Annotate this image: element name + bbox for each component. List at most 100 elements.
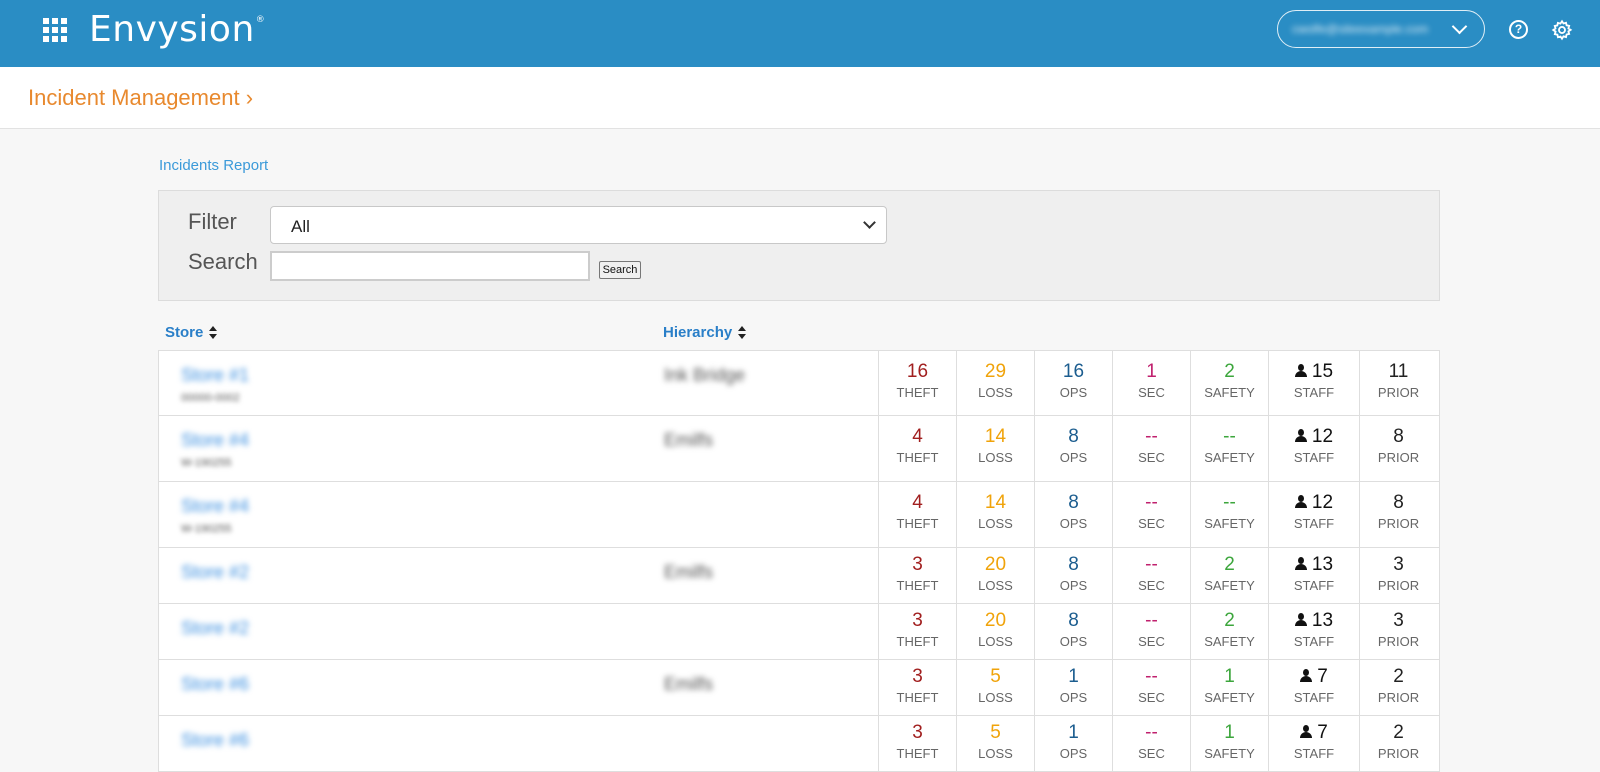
incidents-report-link[interactable]: Incidents Report [159, 157, 268, 174]
metric-loss[interactable]: 20 LOSS [956, 548, 1034, 603]
metric-prior[interactable]: 2 PRIOR [1359, 716, 1437, 771]
metric-sec[interactable]: -- SEC [1112, 482, 1190, 547]
store-link[interactable]: Store #4 [181, 496, 249, 517]
metric-prior[interactable]: 2 PRIOR [1359, 660, 1437, 715]
metric-theft-value: 4 [912, 426, 923, 447]
metric-prior-label: PRIOR [1377, 634, 1420, 649]
metric-loss[interactable]: 5 LOSS [956, 716, 1034, 771]
metric-ops[interactable]: 8 OPS [1034, 548, 1112, 603]
metric-safety[interactable]: -- SAFETY [1190, 416, 1268, 481]
metric-prior-value: 8 [1393, 426, 1404, 447]
staff-count: 7 [1317, 666, 1328, 687]
metric-ops[interactable]: 8 OPS [1034, 482, 1112, 547]
table-row: Store #1 00000-0002 Ink Bridge 16 THEFT 29 LOS… [158, 350, 1440, 416]
metric-sec-value: -- [1145, 426, 1158, 447]
chevron-down-icon [863, 216, 876, 229]
metric-prior[interactable]: 3 PRIOR [1359, 604, 1437, 659]
metric-staff[interactable]: 12 STAFF [1268, 416, 1359, 481]
metrics-group: 4 THEFT 14 LOSS 8 OPS -- SEC -- SAFETY 12 STAFF 8 PRI… [878, 416, 1437, 481]
metric-ops[interactable]: 8 OPS [1034, 416, 1112, 481]
metric-sec-value: 1 [1146, 361, 1157, 382]
metric-theft[interactable]: 4 THEFT [878, 416, 956, 481]
metric-ops[interactable]: 16 OPS [1034, 351, 1112, 415]
metric-loss[interactable]: 14 LOSS [956, 482, 1034, 547]
metric-loss-label: LOSS [978, 578, 1013, 593]
metric-theft-label: THEFT [896, 450, 939, 465]
metric-safety[interactable]: 2 SAFETY [1190, 604, 1268, 659]
metric-sec[interactable]: -- SEC [1112, 660, 1190, 715]
metric-sec[interactable]: -- SEC [1112, 548, 1190, 603]
gear-icon[interactable] [1551, 19, 1573, 41]
metric-prior[interactable]: 11 PRIOR [1359, 351, 1437, 415]
metric-staff[interactable]: 15 STAFF [1268, 351, 1359, 415]
metric-prior[interactable]: 3 PRIOR [1359, 548, 1437, 603]
apps-grid-icon[interactable] [43, 18, 67, 42]
metric-staff[interactable]: 13 STAFF [1268, 604, 1359, 659]
metric-sec[interactable]: -- SEC [1112, 416, 1190, 481]
metric-prior-value: 2 [1393, 722, 1404, 743]
metric-loss[interactable]: 14 LOSS [956, 416, 1034, 481]
store-link[interactable]: Store #6 [181, 730, 249, 751]
metric-theft-label: THEFT [896, 578, 939, 593]
filter-panel: Filter All Search Search [158, 190, 1440, 301]
metric-staff-label: STAFF [1293, 578, 1335, 593]
metric-ops[interactable]: 1 OPS [1034, 716, 1112, 771]
metric-sec[interactable]: -- SEC [1112, 716, 1190, 771]
filter-select[interactable]: All [270, 206, 887, 244]
search-button[interactable]: Search [599, 261, 641, 279]
metric-safety-label: SAFETY [1204, 746, 1255, 761]
metric-safety-value: 2 [1224, 554, 1235, 575]
metric-safety[interactable]: 2 SAFETY [1190, 548, 1268, 603]
metric-prior[interactable]: 8 PRIOR [1359, 416, 1437, 481]
metric-ops-label: OPS [1059, 385, 1088, 400]
metric-theft[interactable]: 3 THEFT [878, 716, 956, 771]
metric-safety[interactable]: 1 SAFETY [1190, 660, 1268, 715]
metric-ops-value: 1 [1068, 722, 1079, 743]
metric-staff[interactable]: 7 STAFF [1268, 660, 1359, 715]
metric-sec-label: SEC [1138, 385, 1165, 400]
filter-selected-value: All [291, 217, 310, 236]
metrics-group: 3 THEFT 20 LOSS 8 OPS -- SEC 2 SAFETY 13 STAFF 3 PRIO… [878, 604, 1437, 659]
store-link[interactable]: Store #2 [181, 618, 249, 639]
metric-staff-label: STAFF [1293, 690, 1335, 705]
metric-loss-value: 14 [984, 492, 1007, 513]
metric-loss[interactable]: 29 LOSS [956, 351, 1034, 415]
metric-safety[interactable]: 1 SAFETY [1190, 716, 1268, 771]
metric-sec[interactable]: -- SEC [1112, 604, 1190, 659]
store-link[interactable]: Store #6 [181, 674, 249, 695]
table-row: Store #6 3 THEFT 5 LOSS 1 OPS -- SEC 1 SAFETY 7 STAF… [158, 716, 1440, 772]
store-link[interactable]: Store #2 [181, 562, 249, 583]
store-column-header[interactable]: Store [165, 324, 218, 341]
metric-theft[interactable]: 3 THEFT [878, 660, 956, 715]
metric-staff[interactable]: 13 STAFF [1268, 548, 1359, 603]
hierarchy-column-header[interactable]: Hierarchy [663, 324, 747, 341]
staff-count: 12 [1311, 426, 1334, 447]
search-input[interactable] [270, 251, 590, 281]
metric-sec[interactable]: 1 SEC [1112, 351, 1190, 415]
metric-theft[interactable]: 16 THEFT [878, 351, 956, 415]
metric-ops[interactable]: 8 OPS [1034, 604, 1112, 659]
page-title[interactable]: Incident Management › [28, 85, 253, 111]
metric-theft[interactable]: 3 THEFT [878, 604, 956, 659]
metric-staff-value: 15 [1269, 361, 1359, 383]
metric-safety[interactable]: -- SAFETY [1190, 482, 1268, 547]
metric-ops[interactable]: 1 OPS [1034, 660, 1112, 715]
metric-loss[interactable]: 20 LOSS [956, 604, 1034, 659]
metric-loss[interactable]: 5 LOSS [956, 660, 1034, 715]
metric-theft[interactable]: 4 THEFT [878, 482, 956, 547]
metric-staff-value: 7 [1269, 722, 1359, 744]
metric-prior[interactable]: 8 PRIOR [1359, 482, 1437, 547]
metric-safety[interactable]: 2 SAFETY [1190, 351, 1268, 415]
user-menu-button[interactable]: cwolfe@siteexample.com [1277, 10, 1485, 48]
brand-logo: Envysion® [89, 9, 266, 50]
metric-theft[interactable]: 3 THEFT [878, 548, 956, 603]
metric-ops-label: OPS [1059, 634, 1088, 649]
metric-prior-value: 11 [1388, 361, 1409, 382]
metric-staff[interactable]: 12 STAFF [1268, 482, 1359, 547]
metric-staff[interactable]: 7 STAFF [1268, 716, 1359, 771]
store-link[interactable]: Store #4 [181, 430, 249, 451]
store-link[interactable]: Store #1 [181, 365, 249, 386]
metric-safety-label: SAFETY [1204, 385, 1255, 400]
metric-theft-label: THEFT [896, 516, 939, 531]
help-icon[interactable]: ? [1509, 20, 1528, 39]
